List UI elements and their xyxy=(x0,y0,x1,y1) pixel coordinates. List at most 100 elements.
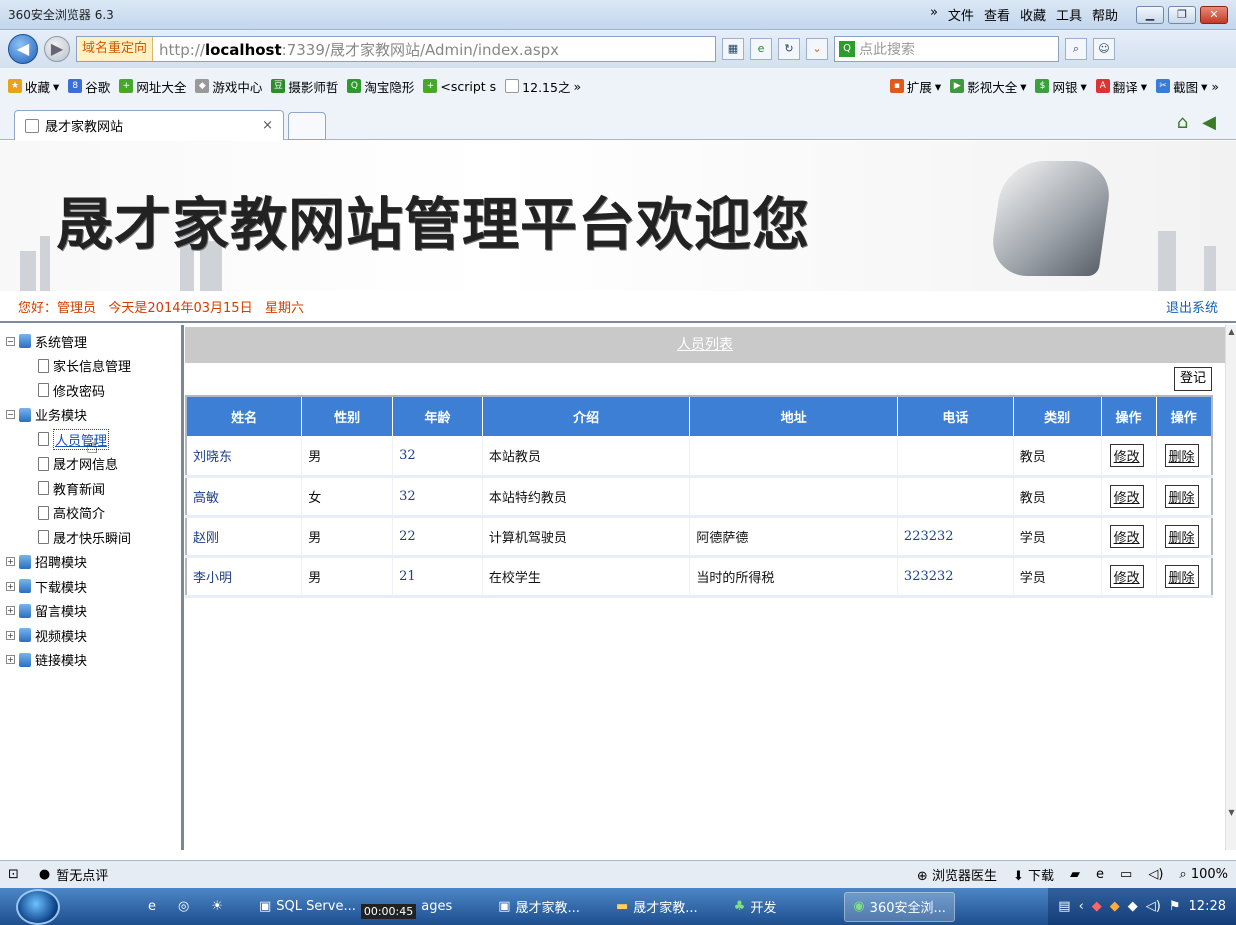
dropdown-chevron-icon[interactable]: ⌄ xyxy=(806,38,828,60)
tree-item-parent-info[interactable]: 家长信息管理 xyxy=(6,354,181,379)
taskbar-item-site-1[interactable]: ▣ 晟才家教... xyxy=(490,892,588,922)
tree-item-change-password[interactable]: 修改密码 xyxy=(6,378,181,403)
ie-mode-icon[interactable]: e xyxy=(750,38,772,60)
tree-group-download[interactable]: + 下载模块 xyxy=(6,574,181,599)
close-button[interactable]: ✕ xyxy=(1200,5,1228,24)
window-icon[interactable]: ▭ xyxy=(1120,867,1132,882)
undo-arrow-icon[interactable]: ◀ xyxy=(1202,112,1216,133)
fav-page[interactable]: 12.15之 » xyxy=(505,77,581,96)
collapse-icon[interactable]: − xyxy=(6,410,15,420)
url-text[interactable]: http://localhost:7339/晟才家教网站/Admin/index… xyxy=(153,39,559,60)
start-button[interactable] xyxy=(16,888,60,925)
expand-icon[interactable]: + xyxy=(6,606,15,616)
menu-file[interactable]: 文件 xyxy=(948,5,974,24)
expand-icon[interactable]: + xyxy=(6,655,15,665)
tree-group-recruit[interactable]: + 招聘模块 xyxy=(6,550,181,575)
tree-group-video[interactable]: + 视频模块 xyxy=(6,623,181,648)
taskbar-item-dev[interactable]: ♣ 开发 xyxy=(726,892,785,922)
zoom-control[interactable]: ⌕ 100% xyxy=(1179,867,1228,882)
delete-button[interactable]: 删除 xyxy=(1164,443,1199,467)
search-box[interactable]: Q 点此搜索 xyxy=(834,36,1059,62)
tab-site[interactable]: 晟才家教网站 × xyxy=(14,110,284,140)
fav-photo[interactable]: 豆摄影师哲 xyxy=(271,77,338,96)
clock[interactable]: 12:28 xyxy=(1189,899,1226,914)
tray-user-icon[interactable]: ◆ xyxy=(1110,899,1120,914)
taskbar-item-folder[interactable]: ▬ 晟才家教... xyxy=(608,892,706,922)
maximize-button[interactable]: ❐ xyxy=(1168,5,1196,24)
tab-close-icon[interactable]: × xyxy=(262,118,273,133)
user-avatar-icon[interactable]: ☺ xyxy=(1093,38,1115,60)
download-status[interactable]: ⬇ 下载 xyxy=(1013,865,1054,884)
fav-google[interactable]: 8 谷歌 xyxy=(68,77,110,96)
expand-icon[interactable]: + xyxy=(6,630,15,640)
address-field[interactable]: 域名重定向 http://localhost:7339/晟才家教网站/Admin… xyxy=(76,36,716,62)
tree-group-business[interactable]: − 业务模块 xyxy=(6,403,181,428)
fav-script[interactable]: + <script s xyxy=(423,79,496,94)
scroll-up-icon[interactable]: ▲ xyxy=(1226,327,1236,339)
taskbar-item-sql[interactable]: ▣ SQL Serve... 00:00:45 ages xyxy=(251,892,460,922)
main-scrollbar[interactable]: ▲ ▼ xyxy=(1225,325,1236,850)
sound-icon[interactable]: ◁) xyxy=(1148,867,1163,882)
fav-screenshot[interactable]: ✂ 截图 ▾ » xyxy=(1156,77,1219,96)
scroll-down-icon[interactable]: ▼ xyxy=(1226,808,1236,820)
search-icon[interactable]: ⌕ xyxy=(1065,38,1087,60)
fav-games[interactable]: ◆ 游戏中心 xyxy=(195,77,262,96)
quicklaunch-ie-icon[interactable]: e xyxy=(140,892,164,922)
register-button[interactable]: 登记 xyxy=(1173,367,1212,391)
tray-volume-icon[interactable]: ◁) xyxy=(1146,899,1161,914)
delete-button[interactable]: 删除 xyxy=(1164,524,1199,548)
delete-button[interactable]: 删除 xyxy=(1164,484,1199,508)
tray-expand-icon[interactable]: ‹ xyxy=(1079,899,1084,914)
keyboard-icon[interactable]: ▤ xyxy=(1058,899,1070,914)
refresh-icon[interactable]: ↻ xyxy=(778,38,800,60)
edit-button[interactable]: 修改 xyxy=(1109,484,1144,508)
tree-group-system[interactable]: − 系统管理 xyxy=(6,329,181,354)
qr-code-icon[interactable]: ▦ xyxy=(722,38,744,60)
collapse-icon[interactable]: − xyxy=(6,336,15,346)
expand-panel-icon[interactable]: ⊡ xyxy=(8,867,19,882)
taskbar-item-browser[interactable]: ◉ 360安全浏... xyxy=(844,891,955,922)
browser-doctor[interactable]: ⊕ 浏览器医生 xyxy=(917,865,997,884)
menu-help[interactable]: 帮助 xyxy=(1092,5,1118,24)
forward-button[interactable]: ▶ xyxy=(44,36,70,62)
fav-extensions[interactable]: ▪ 扩展 ▾ xyxy=(889,77,941,96)
tray-app-icon[interactable]: ◆ xyxy=(1092,899,1102,914)
tree-group-links[interactable]: + 链接模块 xyxy=(6,648,181,673)
logout-link[interactable]: 退出系统 xyxy=(1166,297,1218,316)
tree-item-colleges[interactable]: 高校简介 xyxy=(6,501,181,526)
fav-sites[interactable]: + 网址大全 xyxy=(119,77,186,96)
menu-view[interactable]: 查看 xyxy=(984,5,1010,24)
expand-icon[interactable]: + xyxy=(6,581,15,591)
quicklaunch-app-icon[interactable]: ☀ xyxy=(203,892,231,922)
delete-button[interactable]: 删除 xyxy=(1164,564,1199,588)
menu-more[interactable]: » xyxy=(930,5,938,24)
fav-bank[interactable]: $ 网银 ▾ xyxy=(1035,77,1087,96)
fav-collect[interactable]: ★ 收藏 ▾ xyxy=(8,77,59,96)
tray-network-icon[interactable]: ◆ xyxy=(1128,899,1138,914)
home-icon[interactable]: ⌂ xyxy=(1177,112,1188,133)
comment-text[interactable]: 暂无点评 xyxy=(56,865,108,884)
back-button[interactable]: ◀ xyxy=(8,34,38,64)
tree-group-message[interactable]: + 留言模块 xyxy=(6,599,181,624)
menu-favorites[interactable]: 收藏 xyxy=(1020,5,1046,24)
tree-item-news[interactable]: 教育新闻 xyxy=(6,476,181,501)
edit-button[interactable]: 修改 xyxy=(1109,443,1144,467)
search-engine-icon[interactable]: Q xyxy=(839,41,855,57)
ie-core-icon[interactable]: e xyxy=(1096,867,1104,882)
menu-tools[interactable]: 工具 xyxy=(1056,5,1082,24)
minimize-button[interactable]: ▁ xyxy=(1136,5,1164,24)
fav-translate[interactable]: A 翻译 ▾ xyxy=(1095,77,1147,96)
quicklaunch-360-icon[interactable]: ◎ xyxy=(170,892,197,922)
search-input[interactable]: 点此搜索 xyxy=(859,39,915,59)
tree-item-moments[interactable]: 晟才快乐瞬间 xyxy=(6,525,181,550)
new-tab-button[interactable] xyxy=(288,112,326,140)
edit-button[interactable]: 修改 xyxy=(1109,564,1144,588)
fav-video[interactable]: ▶ 影视大全 ▾ xyxy=(950,77,1026,96)
fav-taobao[interactable]: Q 淘宝隐形 xyxy=(347,77,414,96)
redirect-badge[interactable]: 域名重定向 xyxy=(77,37,154,61)
tray-flag-icon[interactable]: ⚑ xyxy=(1169,899,1181,914)
edit-button[interactable]: 修改 xyxy=(1109,524,1144,548)
reader-mode-icon[interactable]: ▰ xyxy=(1070,867,1080,882)
list-caption-link[interactable]: 人员列表 xyxy=(185,327,1225,363)
expand-icon[interactable]: + xyxy=(6,557,15,567)
